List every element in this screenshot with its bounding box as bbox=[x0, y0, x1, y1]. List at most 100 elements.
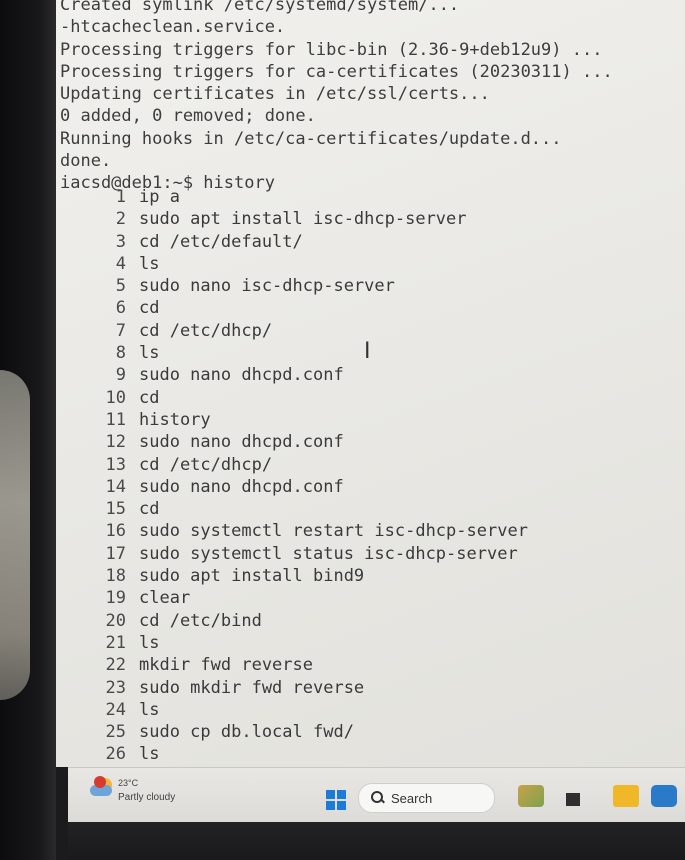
laptop-bezel-left bbox=[0, 0, 56, 860]
output-line: Processing triggers for ca-certificates … bbox=[60, 61, 613, 82]
history-row: 2 sudo apt install isc-dhcp-server bbox=[60, 208, 685, 230]
history-number: 6 bbox=[115, 298, 126, 319]
output-line: 0 added, 0 removed; done. bbox=[60, 106, 316, 127]
text-cursor-icon: I bbox=[364, 339, 371, 364]
history-number: 23 bbox=[105, 677, 126, 698]
history-command: sudo apt install isc-dhcp-server bbox=[139, 209, 467, 230]
history-number: 3 bbox=[115, 231, 126, 252]
history-number: 21 bbox=[105, 632, 126, 653]
history-row: 13 cd /etc/dhcp/ bbox=[60, 454, 685, 476]
history-number: 24 bbox=[105, 699, 126, 720]
history-command: sudo apt install bind9 bbox=[139, 566, 365, 587]
history-number: 14 bbox=[105, 476, 126, 497]
history-command: ls bbox=[139, 744, 160, 765]
output-line: Updating certificates in /etc/ssl/certs.… bbox=[60, 84, 490, 105]
history-row: 10 cd bbox=[60, 387, 685, 409]
search-label: Search bbox=[391, 790, 433, 806]
history-row: 22 mkdir fwd reverse bbox=[60, 654, 685, 676]
history-command: history bbox=[139, 409, 211, 430]
history-command: sudo nano dhcpd.conf bbox=[139, 476, 344, 497]
history-row: 11 history bbox=[60, 409, 685, 431]
history-row: 16 sudo systemctl restart isc-dhcp-server bbox=[60, 520, 685, 542]
app-icon[interactable] bbox=[518, 785, 544, 807]
history-row: 6 cd bbox=[60, 297, 685, 319]
file-explorer-icon[interactable] bbox=[613, 785, 639, 807]
history-command: cd /etc/dhcp/ bbox=[139, 454, 273, 475]
search-icon bbox=[371, 791, 385, 805]
history-command: sudo nano isc-dhcp-server bbox=[139, 276, 395, 297]
history-number: 8 bbox=[115, 343, 126, 364]
history-row: 12 sudo nano dhcpd.conf bbox=[60, 431, 685, 453]
history-command: cd bbox=[139, 298, 160, 319]
history-number: 12 bbox=[105, 432, 126, 453]
history-command: ls bbox=[139, 699, 160, 720]
taskbar: 23°C Partly cloudy Search bbox=[68, 767, 685, 823]
weather-temperature: 23°C bbox=[118, 778, 139, 788]
terminal-icon[interactable] bbox=[566, 793, 580, 806]
history-row: 23 sudo mkdir fwd reverse bbox=[60, 677, 685, 699]
history-number: 22 bbox=[105, 655, 126, 676]
weather-description: Partly cloudy bbox=[118, 792, 176, 803]
history-row: 24 ls bbox=[60, 699, 685, 721]
history-number: 26 bbox=[105, 744, 126, 765]
history-command: sudo systemctl restart isc-dhcp-server bbox=[139, 521, 528, 542]
history-number: 18 bbox=[105, 566, 126, 587]
outlook-icon[interactable] bbox=[651, 785, 677, 807]
weather-widget[interactable]: 23°C Partly cloudy bbox=[90, 776, 175, 803]
history-command: cd /etc/dhcp/ bbox=[139, 320, 273, 341]
weather-text: 23°C Partly cloudy bbox=[118, 778, 175, 803]
history-row: 4 ls bbox=[60, 253, 685, 275]
history-row: 21 ls bbox=[60, 632, 685, 654]
windows-logo-icon[interactable] bbox=[326, 790, 346, 810]
history-row: 14 sudo nano dhcpd.conf bbox=[60, 476, 685, 498]
history-row: 25 sudo cp db.local fwd/ bbox=[60, 721, 685, 743]
history-command: mkdir fwd reverse bbox=[139, 655, 313, 676]
history-number: 16 bbox=[105, 521, 126, 542]
history-number: 10 bbox=[105, 387, 126, 408]
history-number: 11 bbox=[105, 409, 126, 430]
history-command: ip a bbox=[139, 187, 180, 207]
history-row: 7 cd /etc/dhcp/ bbox=[60, 320, 685, 342]
output-line: Processing triggers for libc-bin (2.36-9… bbox=[60, 39, 603, 60]
history-number: 7 bbox=[115, 320, 126, 341]
laptop-bezel-bottom bbox=[68, 822, 685, 860]
history-command: cd /etc/bind bbox=[139, 610, 262, 631]
history-command: cd bbox=[139, 499, 160, 520]
history-command: clear bbox=[139, 588, 191, 609]
terminal-output: Created symlink /etc/systemd/system/... … bbox=[60, 0, 685, 764]
history-command: cd bbox=[139, 387, 160, 408]
output-line: Running hooks in /etc/ca-certificates/up… bbox=[60, 128, 562, 149]
history-command: sudo nano dhcpd.conf bbox=[139, 432, 344, 453]
history-command: ls bbox=[139, 632, 160, 653]
history-row: 19 clear bbox=[60, 587, 685, 609]
history-number: 9 bbox=[115, 365, 126, 386]
history-number: 4 bbox=[115, 253, 126, 274]
history-row: 8 ls bbox=[60, 342, 685, 364]
history-command: ls bbox=[139, 343, 160, 364]
history-row: 9 sudo nano dhcpd.conf bbox=[60, 364, 685, 386]
output-line: done. bbox=[60, 151, 112, 172]
history-row: 15 cd bbox=[60, 498, 685, 520]
history-number: 13 bbox=[105, 454, 126, 475]
history-row: 17 sudo systemctl status isc-dhcp-server bbox=[60, 543, 685, 565]
history-number: 19 bbox=[105, 588, 126, 609]
history-command: sudo systemctl status isc-dhcp-server bbox=[139, 543, 518, 564]
terminal-window[interactable]: Created symlink /etc/systemd/system/... … bbox=[56, 0, 685, 767]
history-number: 25 bbox=[105, 722, 126, 743]
partly-cloudy-icon bbox=[90, 776, 116, 800]
history-row: 26 ls bbox=[60, 743, 685, 765]
history-row: 3 cd /etc/default/ bbox=[60, 231, 685, 253]
history-number: 15 bbox=[105, 499, 126, 520]
taskbar-search-box[interactable]: Search bbox=[358, 783, 495, 813]
history-number: 2 bbox=[115, 209, 126, 230]
history-row: 18 sudo apt install bind9 bbox=[60, 565, 685, 587]
history-row: 5 sudo nano isc-dhcp-server bbox=[60, 275, 685, 297]
history-number: 1 bbox=[115, 187, 126, 207]
history-row: 20 cd /etc/bind bbox=[60, 610, 685, 632]
history-list: 1 ip a 2 sudo apt install isc-dhcp-server … bbox=[60, 186, 685, 766]
history-number: 20 bbox=[105, 610, 126, 631]
history-command: cd /etc/default/ bbox=[139, 231, 303, 252]
background-object bbox=[0, 370, 30, 700]
history-number: 17 bbox=[105, 543, 126, 564]
output-line: Created symlink /etc/systemd/system/... bbox=[60, 0, 460, 15]
